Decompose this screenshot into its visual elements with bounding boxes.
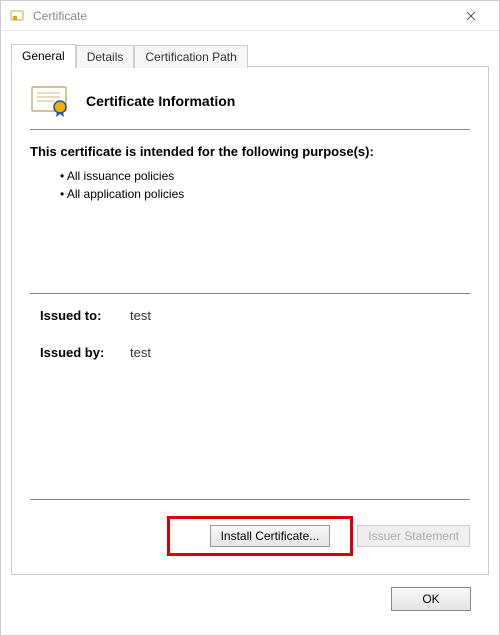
certificate-icon — [30, 85, 72, 117]
issued-to-value: test — [130, 308, 151, 323]
issued-by-value: test — [130, 345, 151, 360]
issued-to-label: Issued to: — [40, 308, 118, 323]
tab-strip: General Details Certification Path — [11, 43, 489, 67]
install-certificate-button[interactable]: Install Certificate... — [210, 525, 331, 547]
close-button[interactable] — [451, 2, 491, 30]
tab-general[interactable]: General — [11, 44, 76, 68]
close-icon — [466, 11, 476, 21]
tab-details[interactable]: Details — [76, 45, 135, 68]
general-panel: Certificate Information This certificate… — [11, 66, 489, 575]
action-row: Install Certificate... Issuer Statement — [30, 516, 470, 556]
ok-button[interactable]: OK — [391, 587, 471, 611]
dialog-footer: OK — [11, 575, 489, 625]
purpose-heading: This certificate is intended for the fol… — [30, 144, 470, 159]
divider — [30, 499, 470, 500]
install-highlight: Install Certificate... — [167, 516, 354, 556]
purpose-list: All issuance policies All application po… — [30, 167, 470, 203]
content-area: General Details Certification Path Certi… — [1, 31, 499, 635]
issued-info: Issued to: test Issued by: test — [30, 304, 470, 386]
issued-by-label: Issued by: — [40, 345, 118, 360]
window-title: Certificate — [33, 9, 451, 23]
titlebar: Certificate — [1, 1, 499, 31]
tab-certification-path[interactable]: Certification Path — [134, 45, 247, 68]
cert-info-header: Certificate Information — [30, 85, 470, 130]
certificate-dialog: Certificate General Details Certificatio… — [0, 0, 500, 636]
purpose-item: All application policies — [60, 185, 470, 203]
divider — [30, 293, 470, 294]
issued-by-row: Issued by: test — [40, 345, 460, 360]
issuer-statement-button: Issuer Statement — [357, 525, 470, 547]
purpose-item: All issuance policies — [60, 167, 470, 185]
issued-to-row: Issued to: test — [40, 308, 460, 323]
certificate-titlebar-icon — [9, 8, 25, 24]
cert-info-title: Certificate Information — [86, 93, 235, 109]
